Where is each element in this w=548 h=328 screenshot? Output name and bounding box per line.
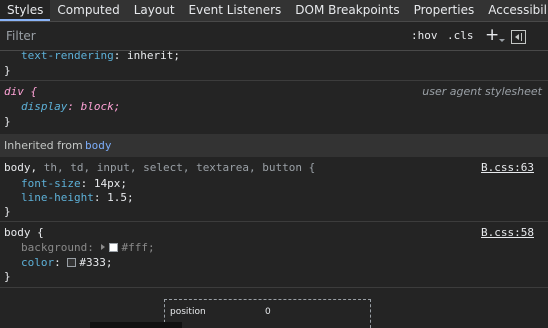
box-model-position-label: position	[170, 307, 206, 317]
tab-styles[interactable]: Styles	[0, 0, 51, 21]
hov-toggle-button[interactable]: :hov	[411, 29, 438, 42]
rule-source: user agent stylesheet	[422, 85, 542, 98]
css-declaration: display: block;	[21, 100, 121, 113]
rule-source-link[interactable]: B.css:58	[481, 225, 534, 240]
matched-selector[interactable]: body,	[4, 161, 37, 174]
css-declaration-overridden[interactable]: background: #fff;	[21, 240, 155, 255]
expand-arrow-icon[interactable]	[101, 244, 106, 250]
unmatched-selectors[interactable]: th, td, input, select, textarea, button …	[37, 161, 316, 174]
property-value: block;	[80, 100, 121, 113]
rule-close-brace: }	[4, 64, 11, 77]
chevron-down-icon	[499, 39, 505, 42]
tab-layout[interactable]: Layout	[127, 0, 182, 21]
property-name[interactable]: color	[21, 256, 54, 269]
tab-properties[interactable]: Properties	[407, 0, 482, 21]
rule-close-brace: }	[4, 205, 11, 218]
rule-divider	[0, 80, 548, 81]
rule-selector[interactable]: div {	[4, 84, 37, 99]
rule-divider	[0, 287, 548, 288]
css-declaration[interactable]: font-size: 14px;	[21, 176, 127, 191]
scrollbar-strip	[90, 322, 182, 328]
property-value[interactable]: 14px;	[94, 177, 127, 190]
toggle-sidebar-icon[interactable]	[511, 30, 526, 44]
color-swatch-icon[interactable]	[109, 243, 119, 252]
box-model-diagram: position 0	[164, 299, 371, 328]
inherited-label: Inherited from	[4, 139, 83, 152]
inherited-element-link[interactable]: body	[85, 139, 112, 152]
box-model-position-value[interactable]: 0	[265, 307, 271, 317]
tab-dom-breakpoints[interactable]: DOM Breakpoints	[288, 0, 406, 21]
styles-toolbar: Filter :hov .cls +	[0, 22, 548, 51]
css-declaration[interactable]: line-height: 1.5;	[21, 190, 134, 205]
color-swatch-icon[interactable]	[67, 258, 77, 267]
property-name[interactable]: background	[21, 241, 87, 254]
property-value[interactable]: 1.5;	[107, 191, 134, 204]
rule-divider	[0, 221, 548, 222]
property-value[interactable]: #fff;	[121, 241, 154, 254]
tab-computed[interactable]: Computed	[50, 0, 126, 21]
filter-input[interactable]: Filter	[6, 29, 36, 43]
inherited-section-header: Inherited from body	[0, 134, 548, 157]
rule-selector[interactable]: body, th, td, input, select, textarea, b…	[4, 160, 315, 175]
cls-toggle-button[interactable]: .cls	[447, 29, 474, 42]
tab-accessibility[interactable]: Accessibility	[481, 0, 548, 21]
rule-source-link[interactable]: B.css:63	[481, 160, 534, 175]
property-name[interactable]: line-height	[21, 191, 94, 204]
panel-tab-bar: Styles Computed Layout Event Listeners D…	[0, 0, 548, 22]
property-name: display	[21, 100, 68, 113]
rule-close-brace: }	[4, 115, 11, 128]
property-name[interactable]: font-size	[21, 177, 81, 190]
css-declaration[interactable]: text-rendering: inherit;	[21, 48, 180, 63]
tab-event-listeners[interactable]: Event Listeners	[182, 0, 289, 21]
rule-close-brace: }	[4, 270, 11, 283]
property-value[interactable]: inherit;	[127, 49, 180, 62]
property-name[interactable]: text-rendering	[21, 49, 114, 62]
new-style-rule-button[interactable]: +	[485, 25, 499, 45]
css-declaration[interactable]: color: #333;	[21, 255, 113, 270]
rule-selector[interactable]: body {	[4, 225, 44, 240]
property-value[interactable]: #333;	[79, 256, 112, 269]
